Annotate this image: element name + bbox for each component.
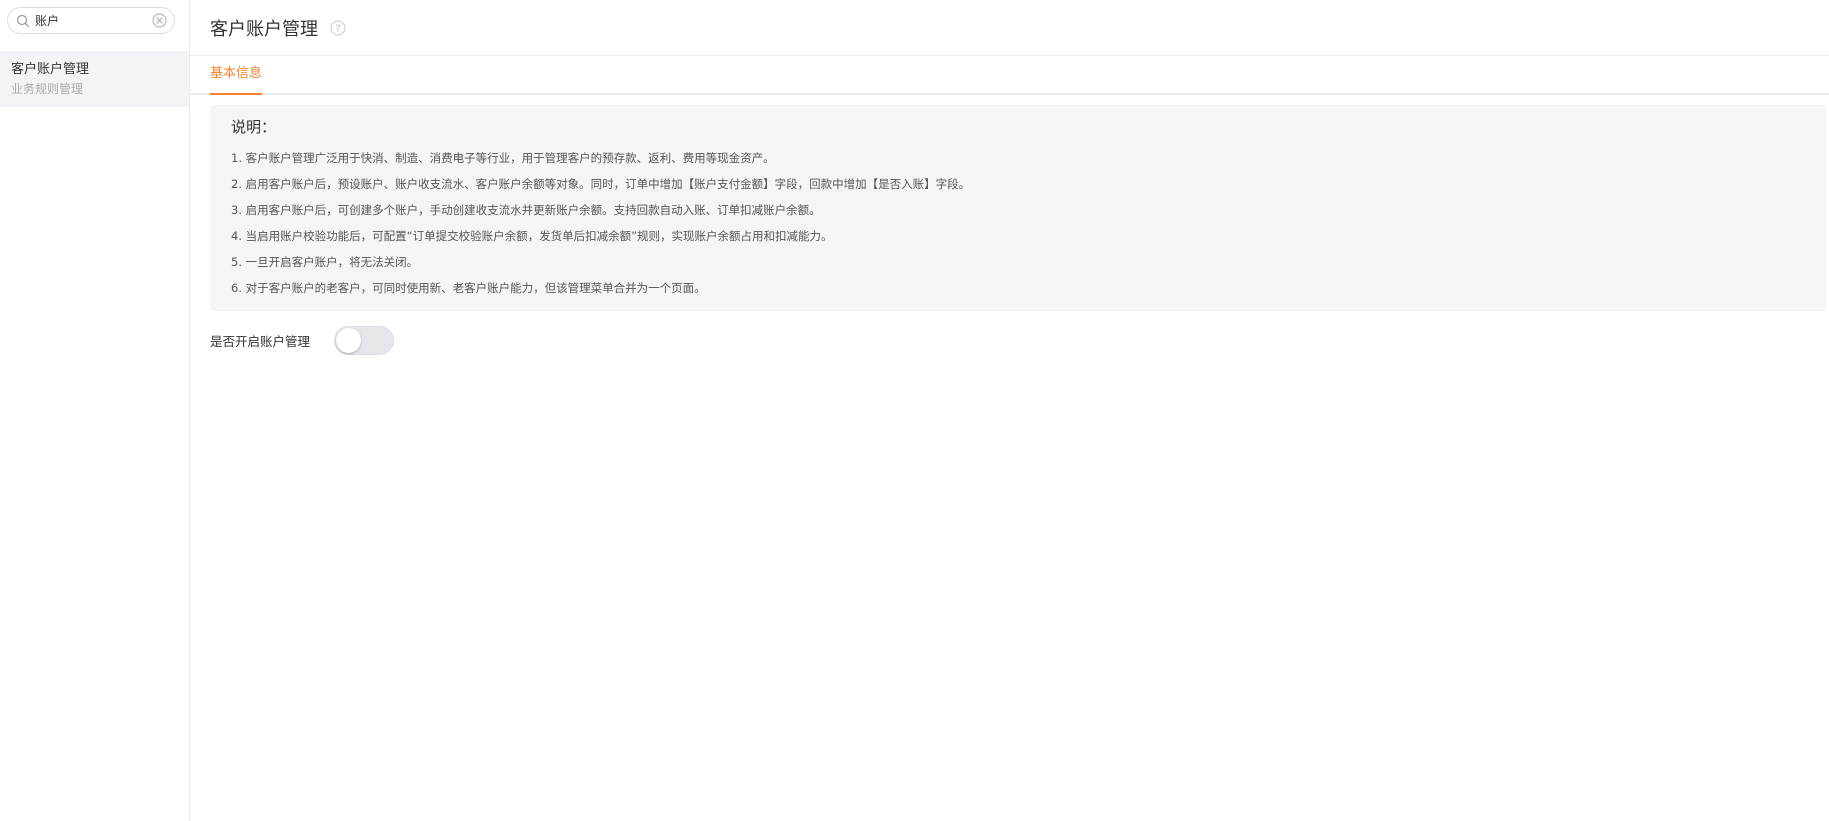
account-management-setting: 是否开启账户管理 bbox=[210, 325, 395, 355]
search-icon bbox=[16, 14, 30, 27]
sidebar: 客户账户管理 业务规则管理 bbox=[0, 0, 190, 821]
page-title: 客户账户管理 bbox=[210, 18, 318, 40]
toggle-knob bbox=[336, 327, 362, 353]
sidebar-item-customer-account[interactable]: 客户账户管理 业务规则管理 bbox=[0, 51, 189, 107]
clear-icon[interactable] bbox=[152, 13, 167, 28]
description-line: 1. 客户账户管理广泛用于快消、制造、消费电子等行业，用于管理客户的预存款、返利… bbox=[231, 151, 775, 165]
toggle-label: 是否开启账户管理 bbox=[210, 333, 311, 349]
search-input[interactable] bbox=[35, 10, 145, 31]
description-line: 6. 对于客户账户的老客户，可同时使用新、老客户账户能力，但该管理菜单合并为一个… bbox=[231, 281, 706, 295]
main-content: 客户账户管理 ? 基本信息 说明： 1. 客户账户管理广泛用于快消、制造、消费电… bbox=[190, 0, 1829, 821]
description-line: 3. 启用客户账户后，可创建多个账户，手动创建收支流水并更新账户余额。支持回款自… bbox=[231, 203, 821, 217]
description-line: 5. 一旦开启客户账户，将无法关闭。 bbox=[231, 255, 419, 269]
search-box[interactable] bbox=[7, 7, 175, 34]
tab-basic-info[interactable]: 基本信息 bbox=[210, 56, 263, 95]
sidebar-item-sublabel: 业务规则管理 bbox=[11, 82, 84, 96]
page-header: 客户账户管理 ? bbox=[190, 0, 1829, 56]
description-panel: 说明： 1. 客户账户管理广泛用于快消、制造、消费电子等行业，用于管理客户的预存… bbox=[210, 105, 1826, 311]
tab-bar: 基本信息 bbox=[190, 56, 1829, 95]
description-line: 4. 当启用账户校验功能后，可配置“订单提交校验账户余额，发货单后扣减余额”规则… bbox=[231, 229, 833, 243]
description-title: 说明： bbox=[231, 118, 277, 136]
app: 客户账户管理 业务规则管理 客户账户管理 ? 基本信息 说明： 1. 客户账户管… bbox=[0, 0, 1829, 821]
sidebar-item-label: 客户账户管理 bbox=[11, 62, 90, 77]
help-icon[interactable]: ? bbox=[330, 20, 346, 36]
svg-text:?: ? bbox=[335, 23, 340, 34]
account-management-toggle[interactable] bbox=[334, 325, 395, 355]
description-line: 2. 启用客户账户后，预设账户、账户收支流水、客户账户余额等对象。同时，订单中增… bbox=[231, 177, 971, 191]
